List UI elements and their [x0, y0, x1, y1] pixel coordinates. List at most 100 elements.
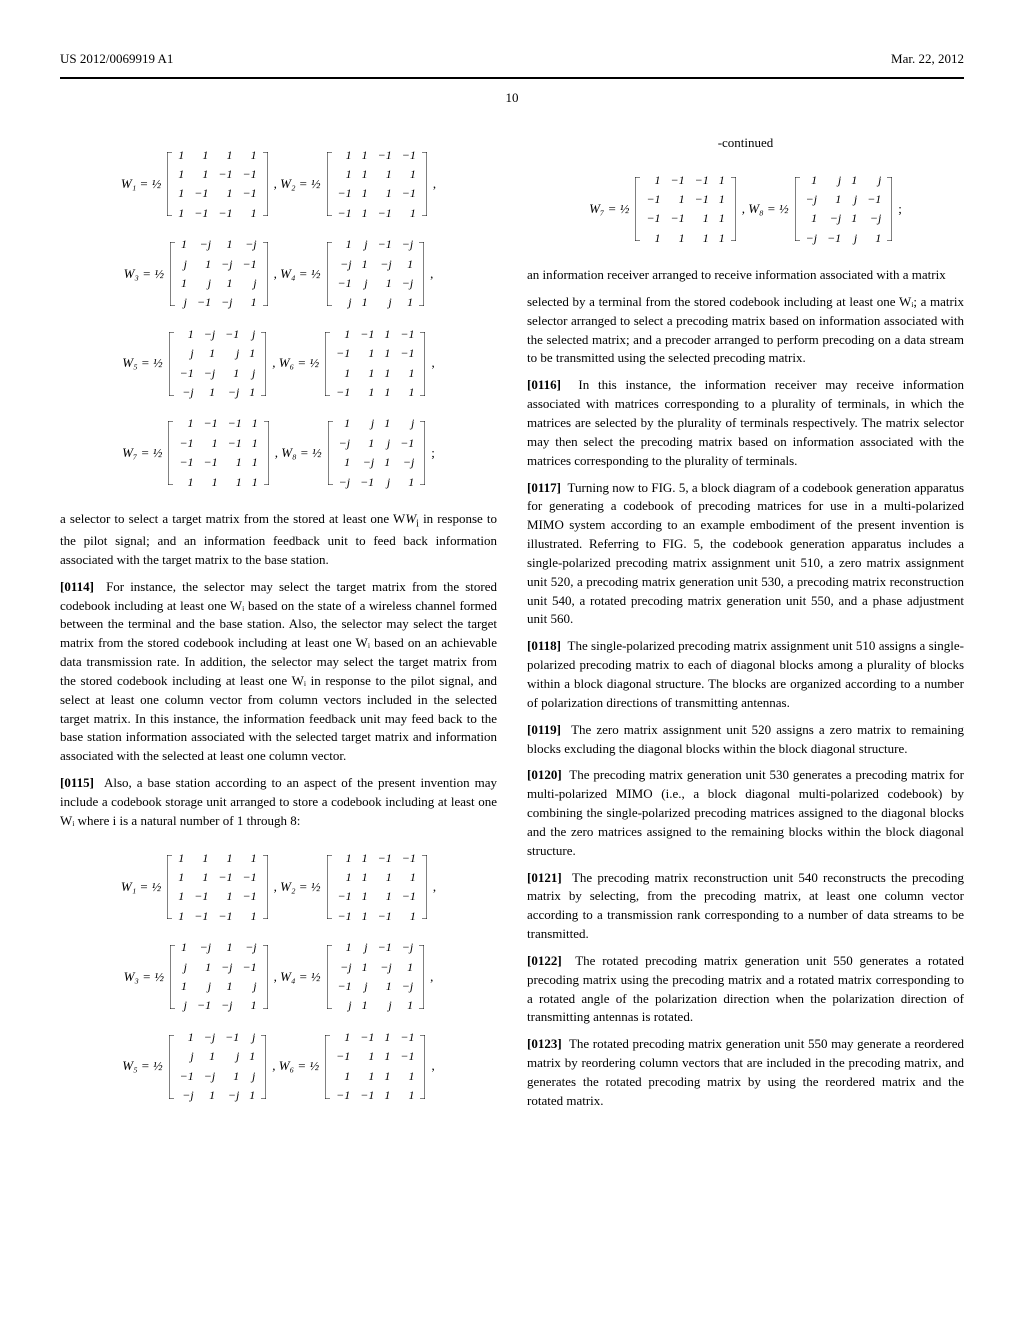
- para-text: The precoding matrix reconstruction unit…: [527, 870, 964, 942]
- para-num: [0117]: [527, 480, 561, 495]
- bracket-right-icon: [886, 171, 892, 249]
- matrix-label: , W₂ = ½: [274, 878, 321, 897]
- para-num: [0120]: [527, 767, 562, 782]
- matrix: 11−1−11111−111−1−11−11: [327, 849, 427, 927]
- para-0114: [0114] For instance, the selector may se…: [60, 578, 497, 766]
- para-[0123]: [0123] The rotated precoding matrix gene…: [527, 1035, 964, 1110]
- bracket-right-icon: [419, 325, 425, 403]
- para-num: [0118]: [527, 638, 561, 653]
- para-selector: a selector to select a target matrix fro…: [60, 510, 497, 570]
- matrix-cells: 11−1−11111−111−1−11−11: [333, 146, 421, 224]
- matrix-label: W₅ = ½: [122, 1057, 162, 1076]
- para-text: The rotated precoding matrix generation …: [527, 953, 964, 1025]
- matrix: 1j−1−j−j1−j1−1j1−jj1j1: [327, 235, 425, 313]
- matrix-cells: 1−11−1−111−11111−1111: [331, 325, 419, 403]
- matrix-trail: ,: [433, 878, 436, 897]
- para-[0117]: [0117] Turning now to FIG. 5, a block di…: [527, 479, 964, 630]
- continued-label: -continued: [527, 134, 964, 153]
- bracket-right-icon: [418, 938, 424, 1016]
- para-[0119]: [0119] The zero matrix assignment unit 5…: [527, 721, 964, 759]
- para-0115: [0115] Also, a base station according to…: [60, 774, 497, 831]
- bracket-right-icon: [419, 1028, 425, 1106]
- bracket-right-icon: [418, 235, 424, 313]
- matrix-cells: 1j1j−j1j−11−j1−j−j−1j1: [334, 414, 420, 492]
- matrix-cells: 1−1−11−11−11−1−1111111: [174, 414, 262, 492]
- col-left: W₁ = ½ 111111−1−11−11−11−1−11 , W₂ = ½ 11−1…: [60, 128, 497, 1124]
- matrix-cells: 1j1j−j1j−11−j1−j−j−1j1: [801, 171, 887, 249]
- matrix-cells: 1−1−11−11−11−1−1111111: [641, 171, 729, 249]
- para-text: selected by a terminal from the stored c…: [527, 294, 964, 366]
- matrix-cells: 1j−1−j−j1−j1−1j1−jj1j1: [333, 938, 419, 1016]
- matrix: 1−11−1−111−11111−1111: [325, 325, 425, 403]
- para-[0121]: [0121] The precoding matrix reconstructi…: [527, 869, 964, 944]
- matrix-cells: 11−1−11111−111−1−11−11: [333, 849, 421, 927]
- page-number: 10: [60, 89, 964, 108]
- para-[0120]: [0120] The precoding matrix generation u…: [527, 766, 964, 860]
- bracket-right-icon: [260, 325, 266, 403]
- matrix-cells: 1−j−1jj1j1−1−j1j−j1−j1: [175, 1028, 261, 1106]
- matrix-label: W₇ = ½: [122, 444, 162, 463]
- pubdate: Mar. 22, 2012: [891, 50, 964, 69]
- matrix-pair: W₇ = ½1−1−11−11−11−1−1111111, W₈ = ½1j1j…: [527, 171, 964, 249]
- matrix: 1j−1−j−j1−j1−1j1−jj1j1: [327, 938, 425, 1016]
- para-text: The zero matrix assignment unit 520 assi…: [527, 722, 964, 756]
- para-1: selected by a terminal from the stored c…: [527, 293, 964, 368]
- matrix-cells: 1−j−1jj1j1−1−j1j−j1−j1: [175, 325, 261, 403]
- matrix-trail: ;: [431, 444, 435, 463]
- matrix-set-top: W₁ = ½111111−1−11−11−11−1−11, W₂ = ½11−1…: [60, 146, 497, 492]
- matrix-label: W₁ = ½: [121, 878, 161, 897]
- matrix-pair: W₅ = ½ 1−j−1jj1j1−1−j1j−j1−j1 , W₆ = ½ 1−11…: [60, 1028, 497, 1106]
- matrix-trail: ;: [898, 200, 902, 219]
- matrix-label: W₁ = ½: [121, 175, 161, 194]
- matrix: 111111−1−11−11−11−1−11: [167, 146, 267, 224]
- bracket-right-icon: [262, 146, 268, 224]
- para-[0118]: [0118] The single-polarized precoding ma…: [527, 637, 964, 712]
- para-text: In this instance, the information receiv…: [527, 377, 964, 467]
- bracket-right-icon: [421, 146, 427, 224]
- matrix-label: W₅ = ½: [122, 354, 162, 373]
- para-text: The precoding matrix generation unit 530…: [527, 767, 964, 857]
- matrix-trail: ,: [433, 175, 436, 194]
- bracket-right-icon: [421, 849, 427, 927]
- matrix-trail: ,: [430, 265, 433, 284]
- matrix-label: , W₈ = ½: [275, 444, 322, 463]
- pubnum: US 2012/0069919 A1: [60, 50, 173, 69]
- content: W₁ = ½ 111111−1−11−11−11−1−11 , W₂ = ½ 11−1…: [60, 128, 964, 1124]
- matrix-cells: 111111−1−11−11−11−1−11: [173, 849, 261, 927]
- matrix-label: W₃ = ½: [124, 968, 164, 987]
- para-[0116]: [0116] In this instance, the information…: [527, 376, 964, 470]
- matrix: 1−1−11−11−11−1−1111111: [168, 414, 268, 492]
- matrix-set-col2: W₇ = ½1−1−11−11−11−1−1111111, W₈ = ½1j1j…: [527, 171, 964, 249]
- bracket-right-icon: [262, 849, 268, 927]
- matrix-pair: W₇ = ½ 1−1−11−11−11−1−1111111 , W₈ = ½ 1j1j…: [60, 414, 497, 492]
- matrix-set-bottom: W₁ = ½ 111111−1−11−11−11−1−11 , W₂ = ½ 11−1…: [60, 849, 497, 1106]
- matrix-trail: ,: [431, 354, 434, 373]
- matrix-pair: W₅ = ½1−j−1jj1j1−1−j1j−j1−j1, W₆ = ½1−11…: [60, 325, 497, 403]
- matrix: 1−j−1jj1j1−1−j1j−j1−j1: [169, 1028, 267, 1106]
- matrix-pair: W₁ = ½111111−1−11−11−11−1−11, W₂ = ½11−1…: [60, 146, 497, 224]
- para-[0122]: [0122] The rotated precoding matrix gene…: [527, 952, 964, 1027]
- matrix-trail: ,: [430, 968, 433, 987]
- matrix-cells: 1−j1−jj1−j−11j1jj−1−j1: [176, 938, 262, 1016]
- para-num: [0119]: [527, 722, 561, 737]
- bracket-right-icon: [263, 414, 269, 492]
- bracket-right-icon: [262, 938, 268, 1016]
- para-num: [0116]: [527, 377, 561, 392]
- bracket-right-icon: [419, 414, 425, 492]
- matrix-pair: W₃ = ½1−j1−jj1−j−11j1jj−1−j1, W₄ = ½1j−1…: [60, 235, 497, 313]
- matrix: 1j1j−j1j−11−j1−j−j−1j1: [795, 171, 893, 249]
- matrix: 1−j1−jj1−j−11j1jj−1−j1: [170, 938, 268, 1016]
- matrix-cells: 1−11−1−111−11111−1−111: [331, 1028, 419, 1106]
- matrix: 1j1j−j1j−11−j1−j−j−1j1: [328, 414, 426, 492]
- para-0: an information receiver arranged to rece…: [527, 266, 964, 285]
- bracket-right-icon: [262, 235, 268, 313]
- matrix-label: W₃ = ½: [124, 265, 164, 284]
- matrix-trail: ,: [431, 1057, 434, 1076]
- para-text: an information receiver arranged to rece…: [527, 267, 946, 282]
- matrix-label: , W₆ = ½: [272, 1057, 319, 1076]
- bracket-right-icon: [730, 171, 736, 249]
- matrix: 1−j−1jj1j1−1−j1j−j1−j1: [169, 325, 267, 403]
- matrix-pair: W₃ = ½1−j1−jj1−j−11j1jj−1−j1, W₄ = ½1j−1…: [60, 938, 497, 1016]
- para-text: The single-polarized precoding matrix as…: [527, 638, 964, 710]
- page-header: US 2012/0069919 A1 Mar. 22, 2012: [60, 50, 964, 79]
